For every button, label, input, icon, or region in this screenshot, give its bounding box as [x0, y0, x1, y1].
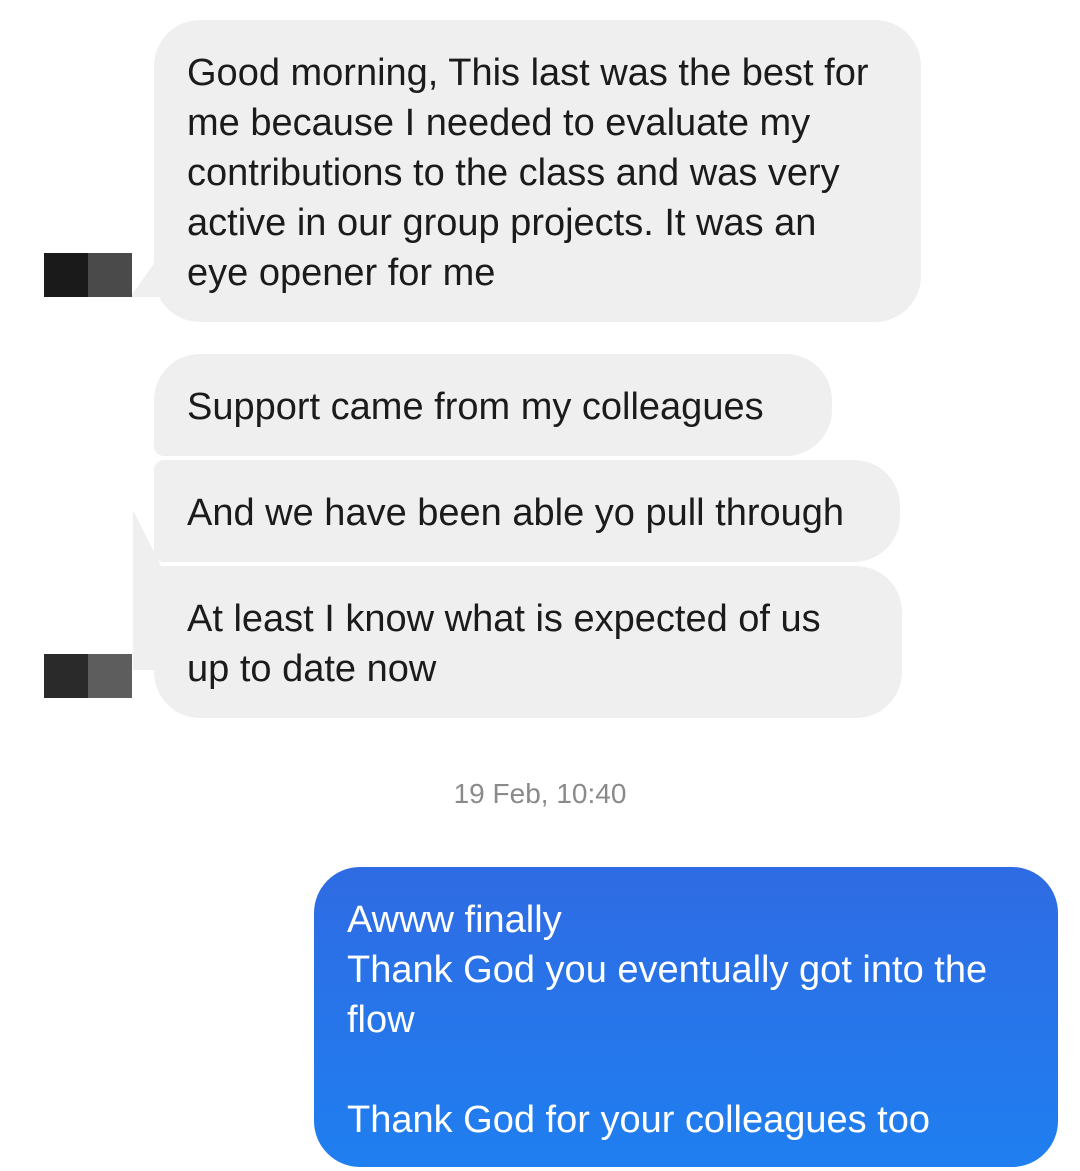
message-timestamp: 19 Feb, 10:40: [453, 778, 627, 809]
avatar-pixel: [88, 654, 132, 698]
avatar-pixel: [44, 253, 88, 297]
incoming-message-bubble[interactable]: Good morning, This last was the best for…: [154, 20, 921, 322]
incoming-message-bubble[interactable]: Support came from my colleagues: [154, 354, 832, 456]
sender-avatar[interactable]: [44, 253, 132, 297]
incoming-message-bubble[interactable]: At least I know what is expected of us u…: [154, 566, 902, 718]
sender-avatar[interactable]: [44, 654, 132, 698]
outgoing-message-bubble[interactable]: Awww finally Thank God you eventually go…: [314, 867, 1058, 1167]
avatar-pixel: [88, 253, 132, 297]
avatar-pixel: [44, 654, 88, 698]
incoming-message-bubble[interactable]: And we have been able yo pull through: [154, 460, 900, 562]
